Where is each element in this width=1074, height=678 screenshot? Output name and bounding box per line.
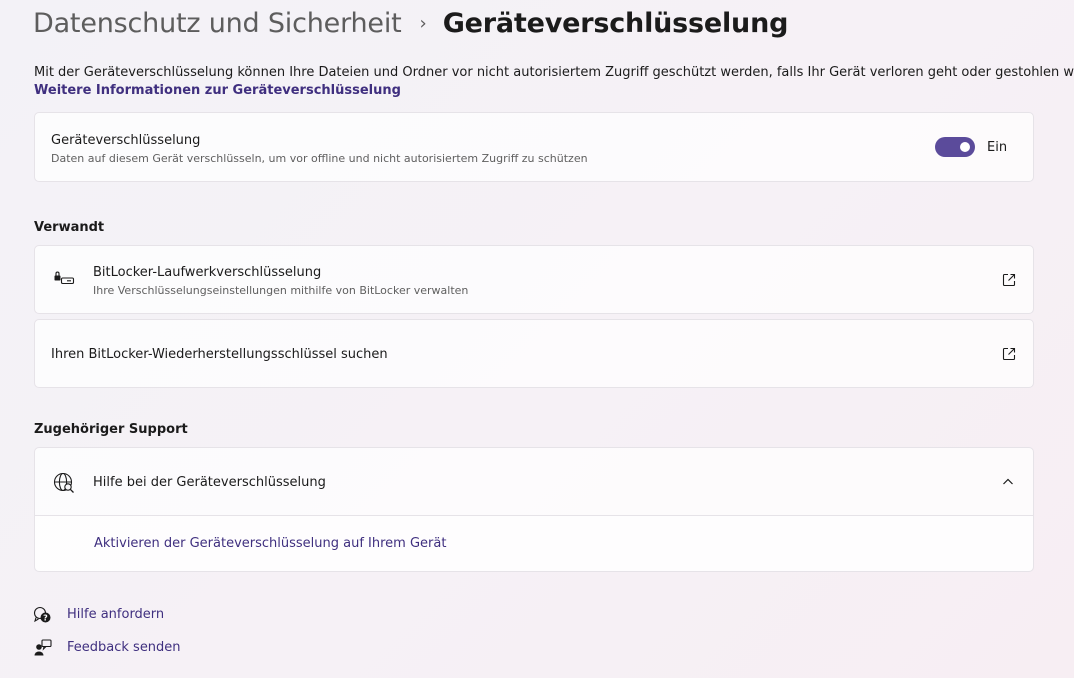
- open-external-icon: [1002, 273, 1016, 287]
- support-expander-body: Aktivieren der Geräteverschlüsselung auf…: [35, 515, 1033, 571]
- related-heading: Verwandt: [34, 220, 105, 235]
- bitlocker-drive-encryption-link[interactable]: BitLocker-Laufwerkverschlüsselung Ihre V…: [34, 245, 1034, 314]
- support-link-activate-encryption[interactable]: Aktivieren der Geräteverschlüsselung auf…: [94, 536, 446, 551]
- breadcrumb: Datenschutz und Sicherheit › Geräteversc…: [33, 8, 788, 39]
- recovery-key-title: Ihren BitLocker-Wiederherstellungsschlüs…: [51, 347, 388, 362]
- open-external-icon: [1002, 347, 1016, 361]
- support-heading: Zugehöriger Support: [34, 422, 188, 437]
- drive-lock-icon: [54, 271, 75, 285]
- breadcrumb-parent[interactable]: Datenschutz und Sicherheit: [33, 8, 402, 39]
- bitlocker-title: BitLocker-Laufwerkverschlüsselung: [93, 265, 322, 280]
- support-expander: Hilfe bei der Geräteverschlüsselung Akti…: [34, 447, 1034, 572]
- bitlocker-subtitle: Ihre Verschlüsselungseinstellungen mithi…: [93, 284, 469, 297]
- get-help-link[interactable]: Hilfe anfordern: [67, 607, 164, 622]
- bitlocker-recovery-key-link[interactable]: Ihren BitLocker-Wiederherstellungsschlüs…: [34, 319, 1034, 388]
- support-expander-header[interactable]: Hilfe bei der Geräteverschlüsselung: [35, 448, 1033, 515]
- chevron-up-icon[interactable]: [1001, 475, 1015, 489]
- device-encryption-title: Geräteverschlüsselung: [51, 133, 201, 148]
- learn-more-link[interactable]: Weitere Informationen zur Geräteverschlü…: [34, 82, 401, 100]
- breadcrumb-chevron-icon: ›: [419, 13, 427, 34]
- feedback-icon: [34, 639, 52, 656]
- svg-text:?: ?: [43, 614, 48, 623]
- intro-text: Mit der Geräteverschlüsselung können Ihr…: [34, 65, 1074, 80]
- device-encryption-toggle[interactable]: [935, 137, 975, 157]
- toggle-state-label: Ein: [987, 140, 1008, 155]
- help-icon: ?: [33, 606, 51, 623]
- globe-search-icon: [53, 472, 74, 493]
- toggle-knob: [960, 142, 970, 152]
- page-title: Geräteverschlüsselung: [442, 8, 789, 39]
- device-encryption-subtitle: Daten auf diesem Gerät verschlüsseln, um…: [51, 152, 588, 165]
- device-encryption-card: Geräteverschlüsselung Daten auf diesem G…: [34, 112, 1034, 182]
- support-expander-title: Hilfe bei der Geräteverschlüsselung: [93, 475, 326, 490]
- send-feedback-link[interactable]: Feedback senden: [67, 640, 181, 655]
